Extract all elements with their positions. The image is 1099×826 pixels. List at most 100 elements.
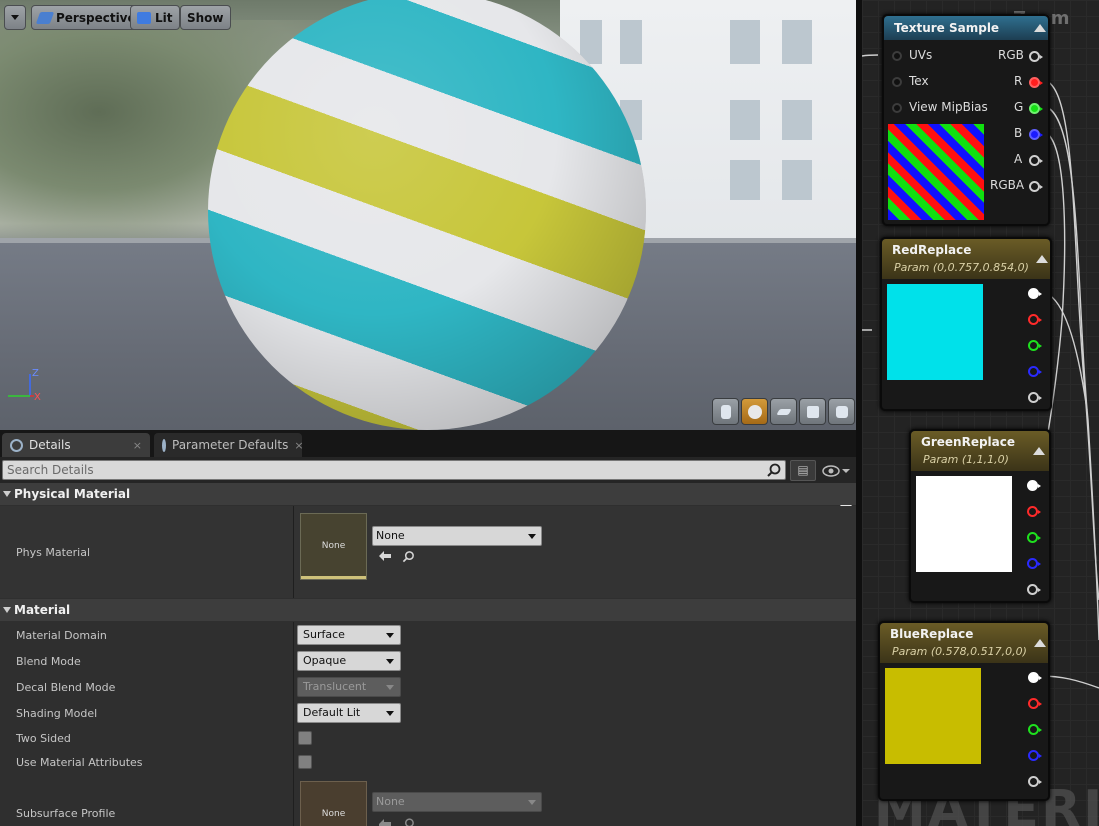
material-domain-label: Material Domain: [16, 629, 107, 642]
red-replace-g-output-pin[interactable]: [1028, 340, 1042, 351]
dropdown-arrow-icon: [386, 685, 394, 690]
preview-sphere: [208, 0, 646, 430]
axis-z-label: Z: [32, 368, 39, 379]
property-row-blend-mode: Blend Mode Opaque: [0, 648, 856, 674]
cylinder-preview-icon: [721, 405, 731, 419]
cube-preview-button[interactable]: [799, 398, 826, 425]
view-mipbias-input-pin[interactable]: [892, 103, 902, 113]
chevron-down-icon: [11, 15, 19, 20]
texture-sample-node[interactable]: Texture Sample UVs Tex View MipBias RGB …: [882, 14, 1050, 226]
show-label: Show: [187, 10, 224, 25]
blue-replace-b-output-pin[interactable]: [1028, 750, 1042, 761]
g-output-label: G: [1014, 100, 1024, 114]
search-details-input[interactable]: Search Details: [2, 460, 786, 480]
shading-model-dropdown[interactable]: Default Lit: [297, 703, 401, 723]
tab-details-close-icon[interactable]: ×: [133, 439, 142, 452]
phys-material-asset-picker[interactable]: None: [372, 526, 542, 546]
search-placeholder: Search Details: [7, 463, 94, 477]
collapse-arrow-icon[interactable]: [1034, 24, 1046, 32]
red-replace-rgb-output-pin[interactable]: [1028, 288, 1042, 299]
green-replace-a-output-pin[interactable]: [1027, 584, 1041, 595]
red-replace-color-swatch: [887, 284, 983, 380]
blend-mode-dropdown[interactable]: Opaque: [297, 651, 401, 671]
category-physical-material[interactable]: Physical Material: [0, 483, 856, 505]
red-replace-r-output-pin[interactable]: [1028, 314, 1042, 325]
tab-parameter-defaults[interactable]: Parameter Defaults ×: [154, 433, 302, 457]
uvs-input-label: UVs: [909, 48, 933, 62]
decal-blend-mode-dropdown: Translucent: [297, 677, 401, 697]
perspective-label: Perspective: [56, 10, 136, 25]
blue-replace-title: BlueReplace: [890, 627, 974, 641]
lit-button[interactable]: Lit: [130, 5, 180, 30]
details-search-row: Search Details ▤: [0, 457, 856, 483]
use-selected-arrow-icon[interactable]: [378, 550, 392, 562]
blue-replace-subtitle: Param (0.578,0.517,0,0): [892, 645, 1027, 658]
property-matrix-button[interactable]: ▤: [790, 460, 816, 481]
a-output-label: A: [1014, 152, 1023, 166]
b-output-pin[interactable]: [1029, 129, 1043, 140]
g-output-pin[interactable]: [1029, 103, 1043, 114]
tab-details[interactable]: Details ×: [2, 433, 150, 457]
blue-replace-rgb-output-pin[interactable]: [1028, 672, 1042, 683]
tex-input-pin[interactable]: [892, 77, 902, 87]
preview-viewport[interactable]: Perspective Lit Show Z X: [0, 0, 856, 430]
green-replace-color-swatch: [916, 476, 1012, 572]
custom-mesh-preview-icon: [836, 406, 848, 418]
collapse-arrow-icon[interactable]: [1036, 255, 1048, 263]
plane-preview-button[interactable]: [770, 398, 797, 425]
two-sided-checkbox[interactable]: [298, 731, 312, 745]
lit-label: Lit: [155, 10, 173, 25]
green-replace-node[interactable]: GreenReplace Param (1,1,1,0): [909, 429, 1051, 603]
phys-material-label: Phys Material: [16, 546, 91, 559]
b-output-label: B: [1014, 126, 1023, 140]
category-material[interactable]: Material: [0, 599, 856, 621]
green-replace-r-output-pin[interactable]: [1027, 506, 1041, 517]
red-replace-subtitle: Param (0,0.757,0.854,0): [894, 261, 1029, 274]
red-replace-a-output-pin[interactable]: [1028, 392, 1042, 403]
green-replace-rgb-output-pin[interactable]: [1027, 480, 1041, 491]
rgb-output-pin[interactable]: [1029, 51, 1043, 62]
blue-replace-g-output-pin[interactable]: [1028, 724, 1042, 735]
tab-parameter-defaults-close-icon[interactable]: ×: [294, 439, 302, 452]
uvs-input-pin[interactable]: [892, 51, 902, 61]
blue-replace-a-output-pin[interactable]: [1028, 776, 1042, 787]
collapse-arrow-icon[interactable]: [1033, 447, 1045, 455]
collapse-arrow-icon[interactable]: [1034, 639, 1046, 647]
list-view-icon: ▤: [797, 463, 809, 477]
use-material-attributes-checkbox[interactable]: [298, 755, 312, 769]
material-graph[interactable]: MATERIAL Zoom 1:1 Texture Sample UVs Tex…: [862, 0, 1099, 826]
browse-search-icon[interactable]: [402, 550, 415, 563]
red-replace-b-output-pin[interactable]: [1028, 366, 1042, 377]
green-replace-g-output-pin[interactable]: [1027, 532, 1041, 543]
phys-material-thumbnail-text: None: [321, 541, 346, 551]
green-replace-subtitle: Param (1,1,1,0): [923, 453, 1009, 466]
use-material-attributes-label: Use Material Attributes: [16, 756, 143, 769]
blue-replace-node[interactable]: BlueReplace Param (0.578,0.517,0,0): [878, 621, 1050, 801]
a-output-pin[interactable]: [1029, 155, 1043, 166]
r-output-label: R: [1014, 74, 1023, 88]
panel-tabbar: Details × Parameter Defaults ×: [0, 430, 856, 457]
perspective-button[interactable]: Perspective: [31, 5, 143, 30]
phys-material-thumbnail[interactable]: None: [300, 513, 367, 580]
subsurface-profile-asset-picker: None: [372, 792, 542, 812]
cylinder-preview-button[interactable]: [712, 398, 739, 425]
red-replace-node[interactable]: RedReplace Param (0,0.757,0.854,0): [880, 237, 1052, 411]
viewport-menu-button[interactable]: [4, 5, 26, 30]
blue-replace-color-swatch: [885, 668, 981, 764]
material-domain-dropdown[interactable]: Surface: [297, 625, 401, 645]
view-options-button[interactable]: [822, 462, 852, 480]
rgba-output-pin[interactable]: [1029, 181, 1043, 192]
r-output-pin[interactable]: [1029, 77, 1043, 88]
show-button[interactable]: Show: [180, 5, 231, 30]
property-row-use-material-attributes: Use Material Attributes: [0, 750, 856, 774]
shading-model-value: Default Lit: [303, 706, 361, 719]
custom-mesh-preview-button[interactable]: [828, 398, 855, 425]
decal-blend-mode-label: Decal Blend Mode: [16, 681, 116, 694]
dropdown-arrow-icon: [386, 659, 394, 664]
subsurface-profile-thumbnail[interactable]: None: [300, 781, 367, 826]
green-replace-b-output-pin[interactable]: [1027, 558, 1041, 569]
blue-replace-r-output-pin[interactable]: [1028, 698, 1042, 709]
sphere-preview-button[interactable]: [741, 398, 768, 425]
blend-mode-label: Blend Mode: [16, 655, 81, 668]
phys-material-asset-value: None: [376, 529, 405, 542]
